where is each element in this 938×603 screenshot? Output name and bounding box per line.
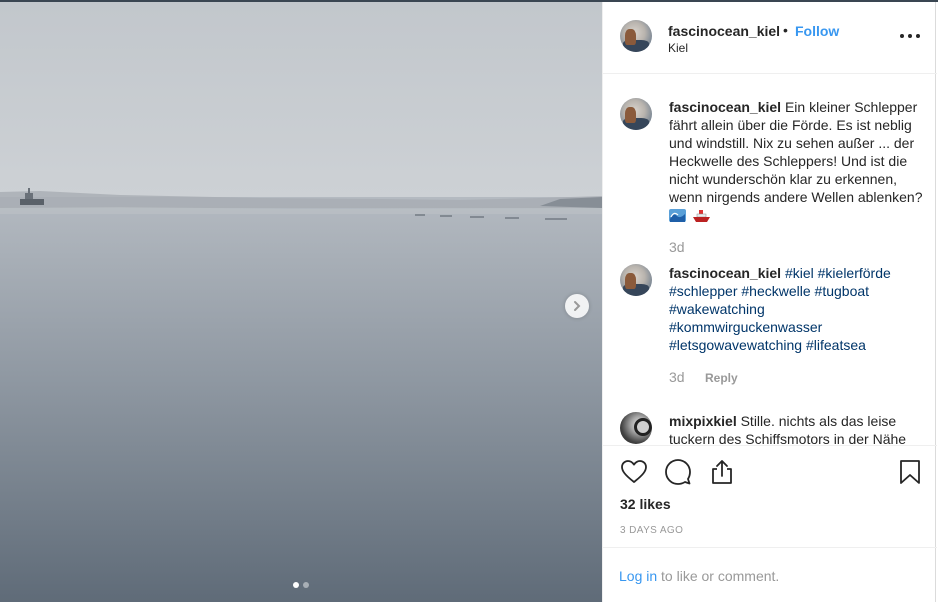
- comment-button[interactable]: [664, 458, 692, 486]
- comment-avatar[interactable]: [620, 412, 652, 444]
- heart-icon: [621, 460, 647, 483]
- instagram-post: fascinocean_kiel • Follow Kiel fascinoce…: [0, 0, 938, 602]
- post-photo[interactable]: [0, 2, 602, 602]
- comment-username[interactable]: fascinocean_kiel: [669, 99, 781, 115]
- comment-time: 3d: [669, 369, 685, 385]
- share-icon: [712, 460, 732, 484]
- login-suffix: to like or comment.: [657, 568, 780, 584]
- login-message: Log in to like or comment.: [619, 568, 779, 584]
- comment-icon: [665, 459, 691, 485]
- chevron-right-icon: [574, 301, 581, 311]
- comment-body: fascinocean_kiel Ein kleiner Schlepper f…: [669, 98, 925, 224]
- hashtag-link[interactable]: #schlepper: [669, 283, 738, 299]
- carousel-dot: [303, 582, 309, 588]
- hashtag-link[interactable]: #letsgowavewatching: [669, 337, 802, 353]
- comments-list[interactable]: fascinocean_kiel Ein kleiner Schlepper f…: [603, 74, 937, 445]
- post-location[interactable]: Kiel: [668, 41, 688, 55]
- next-slide-button[interactable]: [565, 294, 589, 318]
- hashtag-link[interactable]: #kiel: [785, 265, 814, 281]
- hashtag-link[interactable]: #kommwirguckenwasser: [669, 319, 822, 335]
- save-button[interactable]: [896, 458, 924, 486]
- hashtag-link[interactable]: #lifeatsea: [806, 337, 866, 353]
- more-options-icon[interactable]: [899, 28, 921, 44]
- reply-button[interactable]: Reply: [705, 371, 738, 385]
- foggy-fjord-image: [0, 2, 602, 602]
- comment-body: fascinocean_kiel #kiel #kielerförde #sch…: [669, 264, 925, 354]
- post-actions: 32 likes 3 DAYS AGO: [603, 445, 937, 549]
- header-separator: •: [783, 22, 788, 38]
- water-wave-emoji: [669, 209, 686, 222]
- like-button[interactable]: [620, 458, 648, 486]
- hashtag-link[interactable]: #wakewatching: [669, 301, 765, 317]
- comment-avatar[interactable]: [620, 264, 652, 296]
- login-prompt: Log in to like or comment.: [603, 547, 937, 603]
- comment-time: 3d: [669, 239, 685, 255]
- carousel-indicator: [293, 582, 309, 588]
- post-sidebar: fascinocean_kiel • Follow Kiel fascinoce…: [602, 2, 937, 603]
- carousel-dot-active: [293, 582, 299, 588]
- comment-avatar[interactable]: [620, 98, 652, 130]
- post-header: fascinocean_kiel • Follow Kiel: [603, 2, 937, 74]
- hashtag-link[interactable]: #kielerförde: [818, 265, 891, 281]
- share-button[interactable]: [708, 458, 736, 486]
- author-avatar[interactable]: [620, 20, 652, 52]
- follow-button[interactable]: Follow: [795, 23, 839, 39]
- author-username[interactable]: fascinocean_kiel: [668, 23, 780, 39]
- comment-username[interactable]: fascinocean_kiel: [669, 265, 781, 281]
- login-link[interactable]: Log in: [619, 568, 657, 584]
- bookmark-icon: [900, 460, 920, 484]
- hashtag-link[interactable]: #tugboat: [815, 283, 870, 299]
- comment-body: mixpixkiel Stille. nichts als das leise …: [669, 412, 925, 445]
- likes-count[interactable]: 32 likes: [620, 496, 671, 512]
- post-timestamp[interactable]: 3 DAYS AGO: [620, 525, 683, 536]
- comment-username[interactable]: mixpixkiel: [669, 413, 737, 429]
- ship-emoji: [692, 210, 710, 222]
- hashtag-link[interactable]: #heckwelle: [741, 283, 810, 299]
